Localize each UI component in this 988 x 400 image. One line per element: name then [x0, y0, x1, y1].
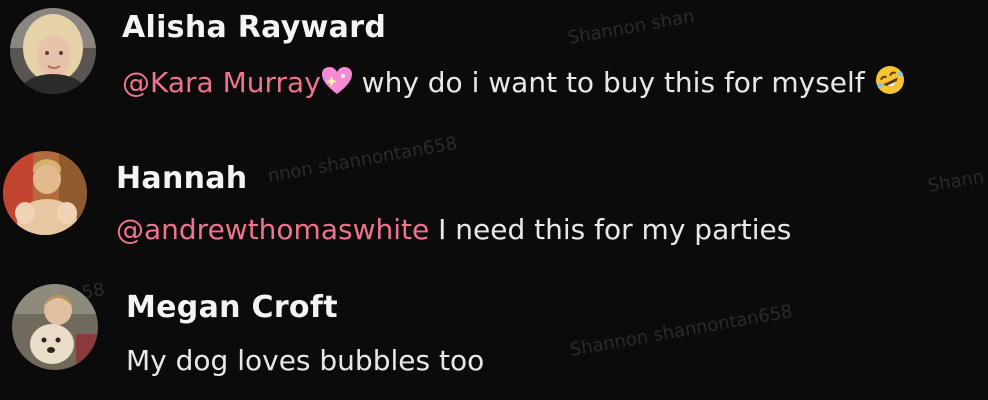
comment-username[interactable]: Alisha Rayward [122, 10, 386, 45]
sparkling-heart-icon [321, 66, 353, 103]
comment-username[interactable]: Megan Croft [126, 290, 338, 325]
comment-text: My dog loves bubbles too [126, 344, 484, 377]
comment-text: @Kara Murray why do i want to buy this f… [122, 64, 906, 103]
mention-link[interactable]: @andrewthomaswhite [116, 213, 429, 246]
avatar[interactable] [3, 151, 87, 235]
comment-body: I need this for my parties [429, 213, 792, 246]
comment-username[interactable]: Hannah [116, 161, 247, 196]
comment-item: Alisha Rayward @Kara Murray why do i wan… [0, 0, 988, 135]
comment-item: Megan Croft My dog loves bubbles too [0, 270, 988, 400]
comment-text: @andrewthomaswhite I need this for my pa… [116, 213, 791, 246]
comment-body: My dog loves bubbles too [126, 344, 485, 377]
comment-body: why do i want to buy this for myself [352, 66, 874, 99]
rolling-on-floor-laughing-icon [874, 64, 906, 103]
avatar[interactable] [10, 8, 96, 94]
avatar[interactable] [12, 284, 98, 370]
comment-item: Hannah @andrewthomaswhite I need this fo… [0, 135, 988, 270]
mention-link[interactable]: @Kara Murray [122, 66, 321, 99]
